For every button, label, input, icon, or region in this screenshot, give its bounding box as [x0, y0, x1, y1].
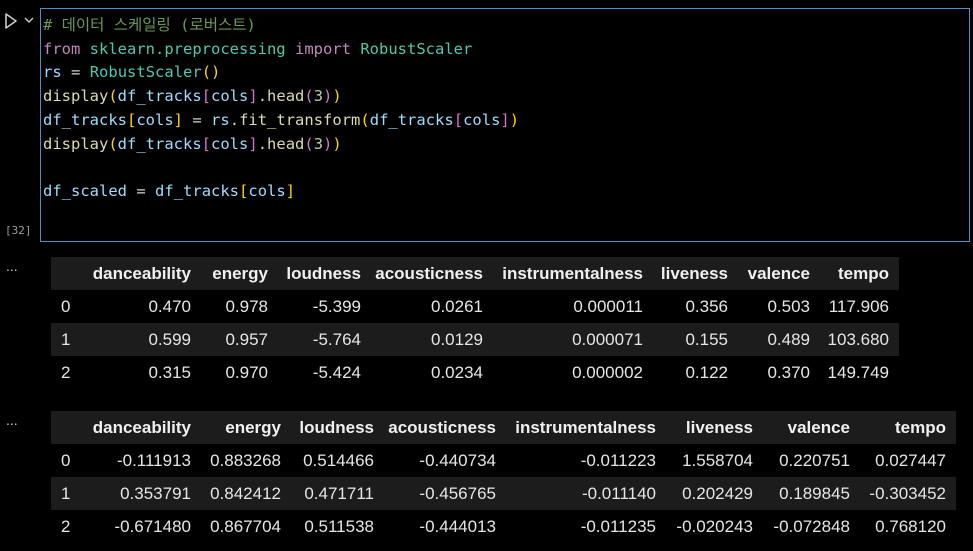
table-cell: -0.011235	[580, 516, 656, 536]
table-cell: 0.471711	[304, 483, 374, 503]
column-header: liveness	[685, 417, 753, 437]
code-line-2: from sklearn.preprocessing import Robust…	[43, 39, 473, 58]
output-2-menu[interactable]: ...	[6, 413, 18, 427]
table-cell: 0.315	[148, 362, 191, 382]
table-cell: 0.027447	[875, 450, 946, 470]
column-header: instrumentalness	[502, 263, 643, 283]
table-cell: -0.444013	[419, 516, 496, 536]
column-header: valence	[787, 417, 850, 437]
table-cell: -0.671480	[114, 516, 191, 536]
table-cell: -0.072848	[773, 516, 850, 536]
index-header	[51, 411, 81, 444]
code-line-3: rs = RobustScaler()	[43, 63, 221, 82]
table-cell: -5.399	[312, 296, 361, 316]
table-cell: 0.220751	[779, 450, 850, 470]
table-cell: 0.189845	[779, 483, 850, 503]
table-header-row: danceability energy loudness acousticnes…	[51, 411, 956, 444]
table-cell: 0.957	[225, 329, 268, 349]
table-cell: 0.356	[685, 296, 728, 316]
table-cell: 0.883268	[210, 450, 281, 470]
chevron-down-icon	[24, 17, 34, 23]
table-cell: 1.558704	[682, 450, 753, 470]
table-cell: 0.867704	[210, 516, 281, 536]
table-cell: 0.768120	[875, 516, 946, 536]
table-cell: 0.511538	[304, 516, 374, 536]
row-index: 1	[61, 329, 71, 349]
column-header: acousticness	[388, 417, 496, 437]
table-row: 1 0.353791 0.842412 0.471711 -0.456765 -…	[51, 477, 956, 510]
table-cell: 0.202429	[682, 483, 753, 503]
table-cell: 117.906	[828, 296, 889, 316]
table-cell: 0.842412	[210, 483, 281, 503]
output-1-menu[interactable]: ...	[6, 259, 18, 273]
code-line-1: # 데이터 스케일링 (로버스트)	[43, 16, 256, 34]
row-index: 2	[61, 516, 71, 536]
table-cell: 0.0234	[431, 362, 483, 382]
column-header: loudness	[286, 263, 361, 283]
execution-count: [32]	[5, 224, 32, 237]
row-index: 0	[61, 296, 71, 316]
table-cell: 0.489	[767, 329, 810, 349]
column-header: acousticness	[375, 263, 483, 283]
table-row: 2 -0.671480 0.867704 0.511538 -0.444013 …	[51, 510, 956, 543]
table-row: 2 0.315 0.970 -5.424 0.0234 0.000002 0.1…	[51, 356, 899, 389]
table-cell: 0.000002	[572, 362, 643, 382]
table-cell: 103.680	[827, 329, 889, 349]
code-line-5: df_tracks[cols] = rs.fit_transform(df_tr…	[43, 110, 520, 129]
column-header: liveness	[660, 263, 728, 283]
table-cell: 0.370	[767, 362, 810, 382]
table-cell: 0.155	[685, 329, 728, 349]
table-cell: 149.749	[827, 362, 889, 382]
table-cell: -0.303452	[869, 483, 946, 503]
code-line-8: df_scaled = df_tracks[cols]	[43, 181, 296, 200]
table-cell: -0.111913	[116, 450, 191, 470]
table-cell: 0.470	[148, 296, 191, 316]
table-cell: -5.764	[312, 329, 361, 349]
column-header: danceability	[92, 263, 191, 283]
table-cell: -0.011140	[581, 483, 656, 503]
table-cell: -0.020243	[676, 516, 753, 536]
table-header-row: danceability energy loudness acousticnes…	[51, 257, 899, 290]
column-header: danceability	[92, 417, 191, 437]
column-header: energy	[212, 263, 268, 283]
dataframe-output-1: danceability energy loudness acousticnes…	[51, 257, 899, 389]
table-cell: 0.000011	[573, 296, 643, 316]
table-cell: -5.424	[312, 362, 361, 382]
table-cell: 0.0129	[431, 329, 483, 349]
column-header: energy	[225, 417, 281, 437]
dataframe-output-2: danceability energy loudness acousticnes…	[51, 411, 956, 543]
column-header: valence	[747, 263, 810, 283]
table-cell: -0.440734	[419, 450, 496, 470]
table-cell: 0.978	[225, 296, 268, 316]
table-cell: 0.000071	[572, 329, 643, 349]
row-index: 2	[61, 362, 71, 382]
table-cell: 0.970	[225, 362, 268, 382]
row-index: 0	[61, 450, 71, 470]
table-row: 1 0.599 0.957 -5.764 0.0129 0.000071 0.1…	[51, 323, 899, 356]
play-icon	[5, 13, 17, 29]
table-cell: 0.503	[767, 296, 810, 316]
table-cell: 0.599	[148, 329, 191, 349]
column-header: loudness	[299, 417, 374, 437]
run-cell-button[interactable]	[2, 10, 20, 32]
table-row: 0 0.470 0.978 -5.399 0.0261 0.000011 0.3…	[51, 290, 899, 323]
row-index: 1	[61, 483, 71, 503]
code-editor[interactable]: # 데이터 스케일링 (로버스트) from sklearn.preproces…	[43, 14, 519, 204]
table-cell: 0.514466	[303, 450, 374, 470]
table-cell: -0.011223	[580, 450, 656, 470]
column-header: instrumentalness	[515, 417, 656, 437]
code-line-4: display(df_tracks[cols].head(3))	[43, 87, 342, 106]
table-cell: 0.0261	[431, 296, 483, 316]
table-cell: -0.456765	[419, 483, 496, 503]
table-row: 0 -0.111913 0.883268 0.514466 -0.440734 …	[51, 444, 956, 477]
table-cell: 0.353791	[120, 483, 191, 503]
table-cell: 0.122	[685, 362, 728, 382]
column-header: tempo	[838, 263, 889, 283]
cell-options-toggle[interactable]	[22, 12, 36, 28]
code-line-6: display(df_tracks[cols].head(3))	[43, 134, 342, 153]
column-header: tempo	[895, 417, 946, 437]
index-header	[51, 257, 81, 290]
